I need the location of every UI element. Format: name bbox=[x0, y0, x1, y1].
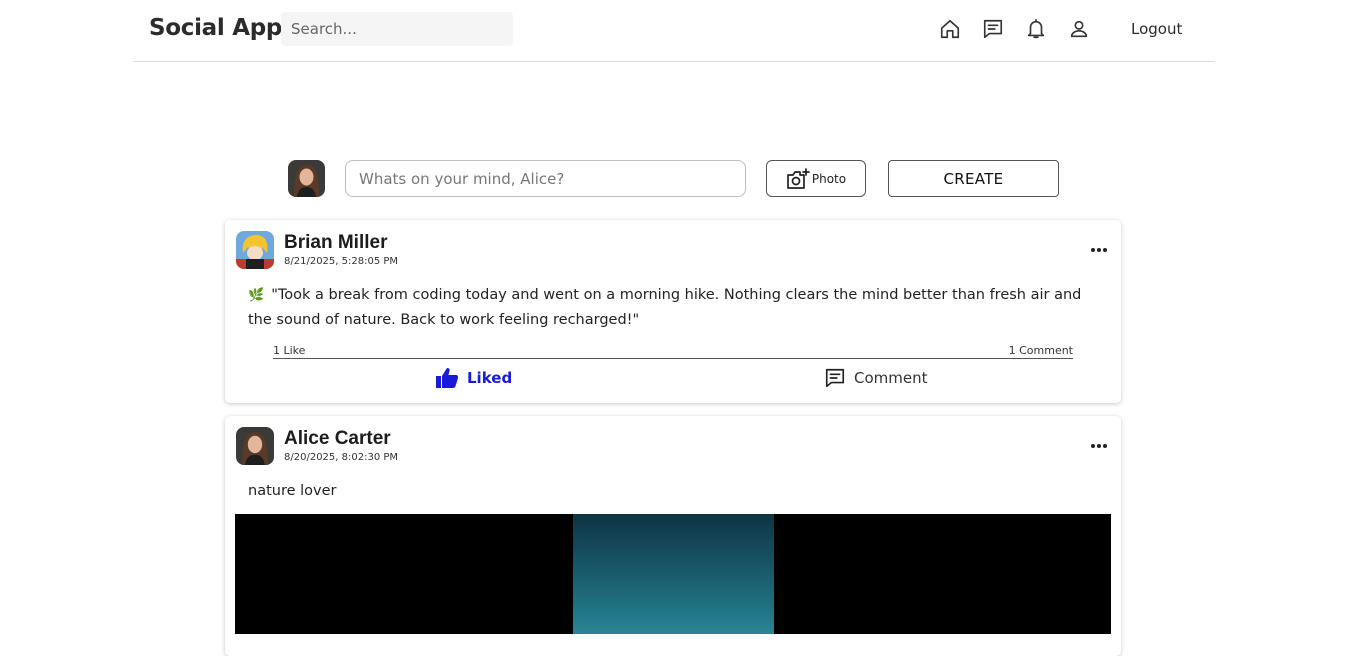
current-user-avatar[interactable] bbox=[288, 160, 325, 197]
post-timestamp: 8/20/2025, 8:02:30 PM bbox=[284, 452, 399, 463]
more-options-icon[interactable] bbox=[1089, 240, 1109, 258]
post-card: Alice Carter 8/20/2025, 8:02:30 PM natur… bbox=[225, 416, 1121, 656]
add-photo-button[interactable]: Photo bbox=[766, 160, 866, 197]
post-counts-bar: 1 Like 1 Comment bbox=[273, 344, 1073, 359]
post-body-text: "Took a break from coding today and went… bbox=[248, 287, 1082, 328]
notifications-bell-icon[interactable] bbox=[1025, 18, 1047, 40]
app-brand[interactable]: Social App bbox=[149, 15, 282, 41]
comment-button[interactable]: Comment bbox=[824, 367, 928, 389]
comment-icon bbox=[825, 368, 845, 388]
create-post-button[interactable]: CREATE bbox=[888, 160, 1059, 197]
post-body: 🌿 "Took a break from coding today and wen… bbox=[248, 283, 1098, 332]
camera-plus-icon bbox=[787, 167, 810, 189]
thumbs-up-icon bbox=[436, 368, 459, 388]
post-card: Brian Miller 8/21/2025, 5:28:05 PM 🌿 "Too… bbox=[225, 220, 1121, 403]
author-avatar[interactable] bbox=[236, 427, 274, 465]
post-author-name[interactable]: Alice Carter bbox=[284, 428, 391, 450]
post-composer-input[interactable] bbox=[345, 160, 746, 197]
home-icon[interactable] bbox=[939, 18, 961, 40]
logout-button[interactable]: Logout bbox=[1131, 20, 1182, 38]
like-button[interactable]: Liked bbox=[435, 367, 512, 389]
like-count[interactable]: 1 Like bbox=[273, 344, 305, 357]
messages-icon[interactable] bbox=[982, 18, 1004, 40]
author-avatar[interactable] bbox=[236, 231, 274, 269]
search-input[interactable] bbox=[281, 12, 513, 46]
post-photo bbox=[573, 514, 774, 634]
herb-emoji: 🌿 bbox=[248, 288, 265, 303]
post-body-text: nature lover bbox=[248, 483, 337, 499]
profile-user-icon[interactable] bbox=[1068, 18, 1090, 40]
post-timestamp: 8/21/2025, 5:28:05 PM bbox=[284, 256, 399, 267]
like-button-label: Liked bbox=[467, 369, 513, 387]
more-options-icon[interactable] bbox=[1089, 436, 1109, 454]
top-navbar: Social App Logout bbox=[133, 0, 1215, 62]
post-media[interactable] bbox=[235, 514, 1111, 634]
comment-count[interactable]: 1 Comment bbox=[1009, 344, 1073, 357]
comment-button-label: Comment bbox=[854, 369, 928, 387]
post-author-name[interactable]: Brian Miller bbox=[284, 232, 387, 254]
photo-button-label: Photo bbox=[811, 171, 847, 186]
